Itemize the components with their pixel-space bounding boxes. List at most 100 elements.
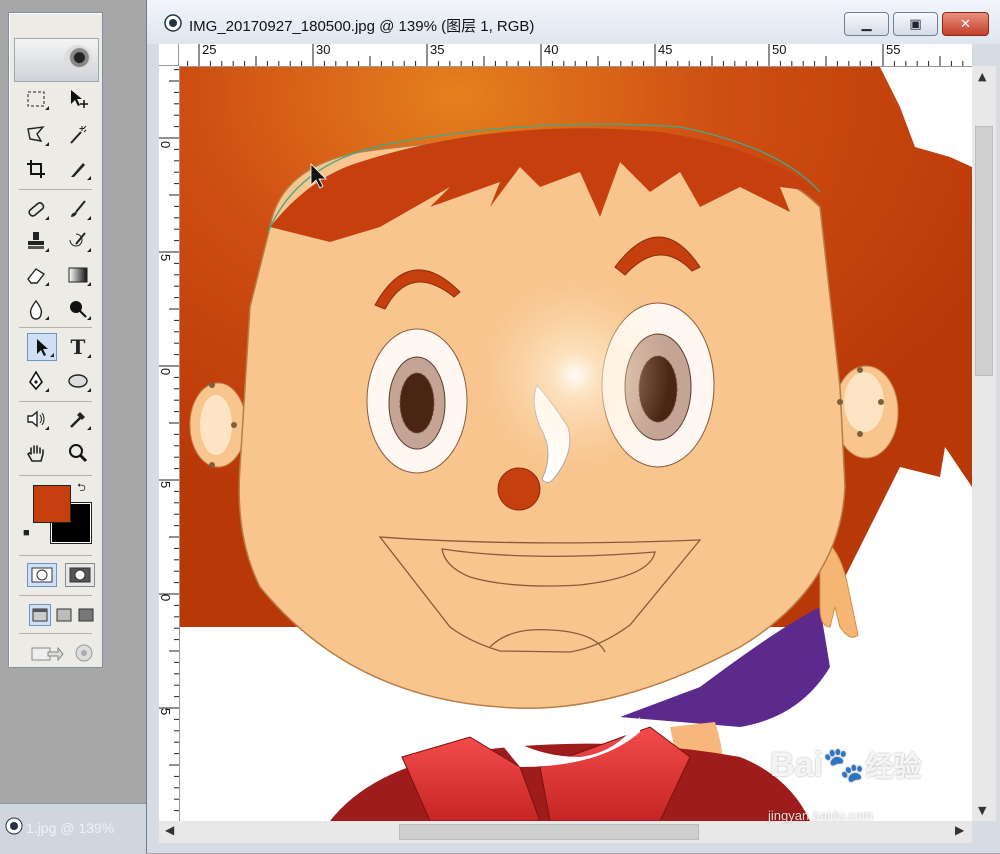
ruler-label: 55	[886, 44, 901, 57]
palette-divider	[19, 475, 92, 476]
anchor-point	[231, 422, 237, 428]
path-selection-tool[interactable]	[27, 333, 57, 361]
lasso-tool[interactable]	[21, 121, 51, 149]
photoshop-logo[interactable]	[14, 38, 99, 82]
window-title: IMG_20170927_180500.jpg @ 139% (图层 1, RG…	[189, 18, 535, 35]
ellipse-tool[interactable]	[63, 367, 93, 395]
baidu-watermark: Bai🐾经验	[770, 745, 921, 785]
eye-logo-icon	[75, 644, 93, 662]
marquee-icon	[27, 91, 45, 107]
anchor-point	[878, 399, 884, 405]
imageready-icon	[31, 646, 64, 662]
palette-divider	[19, 633, 92, 634]
anchor-point	[209, 382, 215, 388]
imageready-eye-button[interactable]	[69, 639, 99, 667]
brush-tool[interactable]	[63, 195, 93, 223]
ruler-label: 50	[772, 44, 787, 57]
type-tool[interactable]: T	[63, 333, 93, 361]
scroll-right-icon[interactable]: ▶	[955, 823, 964, 837]
notes-tool[interactable]	[21, 405, 51, 433]
anchor-point	[209, 462, 215, 468]
horizontal-scrollbar[interactable]: ◀ ▶	[159, 821, 972, 843]
title-bar[interactable]: IMG_20170927_180500.jpg @ 139% (图层 1, RG…	[147, 0, 1000, 44]
eraser-tool[interactable]	[21, 261, 51, 289]
pen-tool[interactable]	[21, 367, 51, 395]
marquee-tool[interactable]	[21, 85, 51, 113]
blur-tool[interactable]	[21, 295, 51, 323]
horizontal-ruler[interactable]: 25 30 35 40 45 50 55	[159, 44, 972, 67]
slice-tool[interactable]	[63, 155, 93, 183]
horizontal-scroll-thumb[interactable]	[399, 824, 699, 840]
history-brush-tool[interactable]	[63, 227, 93, 255]
blur-icon	[29, 299, 43, 320]
full-screen-menu-icon	[56, 608, 72, 622]
ruler-label: 5	[159, 481, 173, 489]
move-icon	[71, 90, 88, 108]
minimized-document-title: 1.jpg @ 139%	[26, 820, 115, 836]
light-flare	[480, 280, 670, 470]
zoom-tool[interactable]	[63, 439, 93, 467]
scroll-left-icon[interactable]: ◀	[165, 823, 174, 837]
dodge-icon	[70, 301, 87, 318]
minimize-button[interactable]: ▁	[844, 12, 889, 36]
standard-screen-icon	[32, 608, 48, 622]
move-tool[interactable]	[63, 85, 93, 113]
scroll-up-icon[interactable]: ▲	[978, 70, 986, 83]
hand-tool[interactable]	[21, 439, 51, 467]
anchor-point	[857, 367, 863, 373]
brush-icon	[71, 200, 86, 217]
maximize-icon: ▣	[909, 16, 922, 32]
healing-brush-icon	[28, 201, 45, 217]
close-button[interactable]: ✕	[942, 12, 989, 36]
vertical-scrollbar[interactable]: ▲ ▼	[972, 66, 996, 821]
anchor-point	[857, 431, 863, 437]
scroll-down-icon[interactable]: ▼	[978, 804, 986, 817]
quick-mask-mode-button[interactable]	[65, 563, 95, 587]
hand-icon	[27, 445, 44, 462]
lasso-icon	[27, 126, 45, 142]
image-canvas[interactable]	[180, 67, 972, 821]
standard-screen-button[interactable]	[29, 604, 51, 626]
eyedropper-tool[interactable]	[63, 405, 93, 433]
healing-brush-tool[interactable]	[21, 195, 51, 223]
default-colors-icon[interactable]: ■	[23, 527, 30, 539]
ellipse-icon	[68, 374, 88, 388]
full-screen-menu-button[interactable]	[53, 604, 75, 626]
vertical-ruler[interactable]: 0 5 0 5 0 5	[159, 66, 180, 821]
paw-icon: 🐾	[822, 746, 866, 784]
slice-icon	[71, 163, 85, 177]
magic-wand-tool[interactable]	[63, 121, 93, 149]
palette-divider	[19, 555, 92, 556]
clone-stamp-tool[interactable]	[21, 227, 51, 255]
palette-divider	[19, 595, 92, 596]
crop-icon	[27, 160, 45, 178]
clone-stamp-icon	[28, 232, 44, 249]
jump-to-imageready-button[interactable]	[29, 639, 65, 667]
history-brush-icon	[69, 232, 86, 247]
path-selection-icon	[37, 339, 48, 356]
ruler-label: 40	[544, 44, 559, 57]
swap-colors-icon[interactable]: ⮌	[77, 479, 86, 498]
full-screen-button[interactable]	[75, 604, 97, 626]
ruler-label: 25	[202, 44, 217, 57]
ruler-label: 5	[159, 254, 173, 262]
palette-divider	[19, 401, 92, 402]
eyedropper-icon	[70, 412, 85, 428]
watermark-url: jingyan.baidu.com	[768, 808, 873, 823]
tool-palette: T ⮌ ■	[8, 12, 103, 668]
dodge-tool[interactable]	[63, 295, 93, 323]
ruler-label: 0	[159, 594, 173, 602]
ruler-origin[interactable]	[159, 44, 179, 66]
standard-mode-button[interactable]	[27, 563, 57, 587]
cartoon-illustration	[180, 67, 972, 821]
notes-icon	[27, 410, 45, 428]
vertical-scroll-thumb[interactable]	[975, 126, 993, 376]
zoom-icon	[69, 444, 88, 463]
minimized-document[interactable]: 1.jpg @ 139%	[0, 803, 146, 854]
maximize-button[interactable]: ▣	[893, 12, 938, 36]
standard-mode-icon	[31, 567, 53, 583]
magic-wand-icon	[70, 125, 87, 144]
crop-tool[interactable]	[21, 155, 51, 183]
foreground-color-swatch[interactable]	[33, 485, 71, 523]
gradient-tool[interactable]	[63, 261, 93, 289]
